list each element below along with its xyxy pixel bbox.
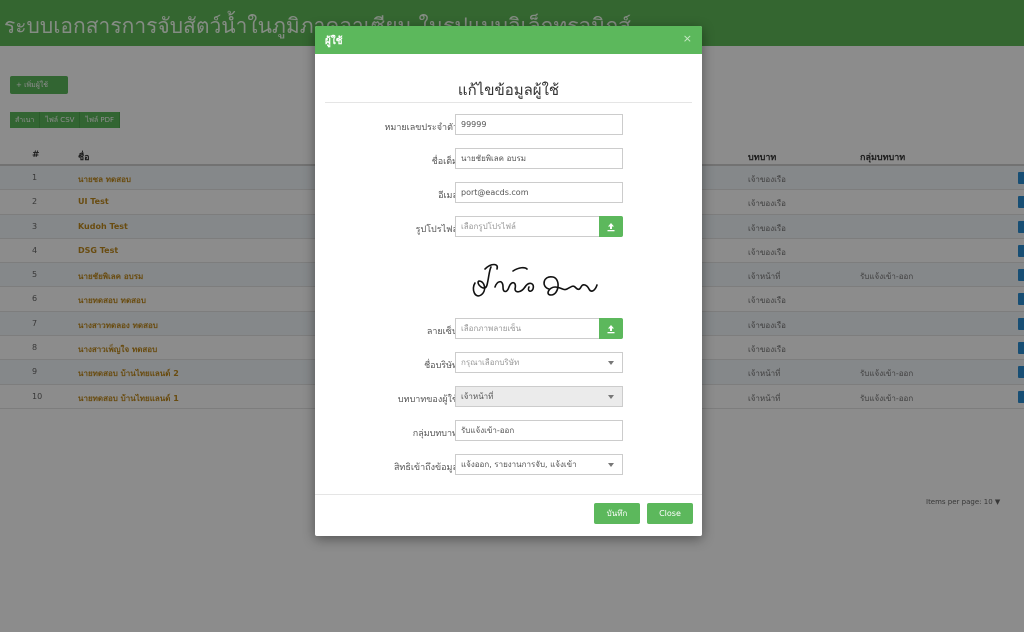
role-group-label: กลุ่มบทบาท xyxy=(412,429,458,439)
signature-upload-button[interactable] xyxy=(599,318,623,339)
signature-image xyxy=(472,263,598,297)
caret-down-icon xyxy=(608,395,614,399)
id-number-field[interactable] xyxy=(455,114,623,135)
modal-heading: แก้ไขข้อมูลผู้ใช้ xyxy=(457,81,560,99)
profile-upload-button[interactable] xyxy=(599,216,623,237)
access-rights-label: สิทธิเข้าถึงข้อมูล xyxy=(393,463,458,473)
modal-header: ผู้ใช้ × xyxy=(315,26,702,54)
divider xyxy=(325,102,692,103)
upload-icon xyxy=(607,324,615,333)
caret-down-icon xyxy=(608,463,614,467)
signature-label: ลายเซ็น xyxy=(426,327,458,337)
caret-down-icon xyxy=(608,361,614,365)
user-role-value: เจ้าหน้าที่ xyxy=(461,392,494,401)
signature-field[interactable]: เลือกภาพลายเซ็น xyxy=(455,318,600,339)
close-icon[interactable]: × xyxy=(683,32,692,45)
id-number-label: หมายเลขประจำตัว xyxy=(384,123,458,133)
upload-icon xyxy=(607,222,615,231)
close-button[interactable]: Close xyxy=(647,503,693,524)
profile-picture-label: รูปโปรไฟล์ xyxy=(415,225,458,235)
email-field[interactable] xyxy=(455,182,623,203)
company-label: ชื่อบริษัท xyxy=(424,361,458,371)
user-role-select: เจ้าหน้าที่ xyxy=(455,386,623,407)
company-select-value: กรุณาเลือกบริษัท xyxy=(461,358,520,367)
access-rights-select[interactable]: แจ้งออก, รายงานการจับ, แจ้งเข้า xyxy=(455,454,623,475)
save-button[interactable]: บันทึก xyxy=(594,503,640,524)
edit-user-modal: ผู้ใช้ × แก้ไขข้อมูลผู้ใช้ หมายเลขประจำต… xyxy=(315,26,702,536)
user-role-label: บทบาทของผู้ใช้ xyxy=(397,395,458,405)
role-group-field[interactable] xyxy=(455,420,623,441)
company-select[interactable]: กรุณาเลือกบริษัท xyxy=(455,352,623,373)
divider xyxy=(315,494,702,495)
full-name-field[interactable] xyxy=(455,148,623,169)
profile-picture-field[interactable]: เลือกรูปโปรไฟล์ xyxy=(455,216,600,237)
access-rights-value: แจ้งออก, รายงานการจับ, แจ้งเข้า xyxy=(461,460,577,469)
modal-header-title: ผู้ใช้ xyxy=(325,36,343,47)
